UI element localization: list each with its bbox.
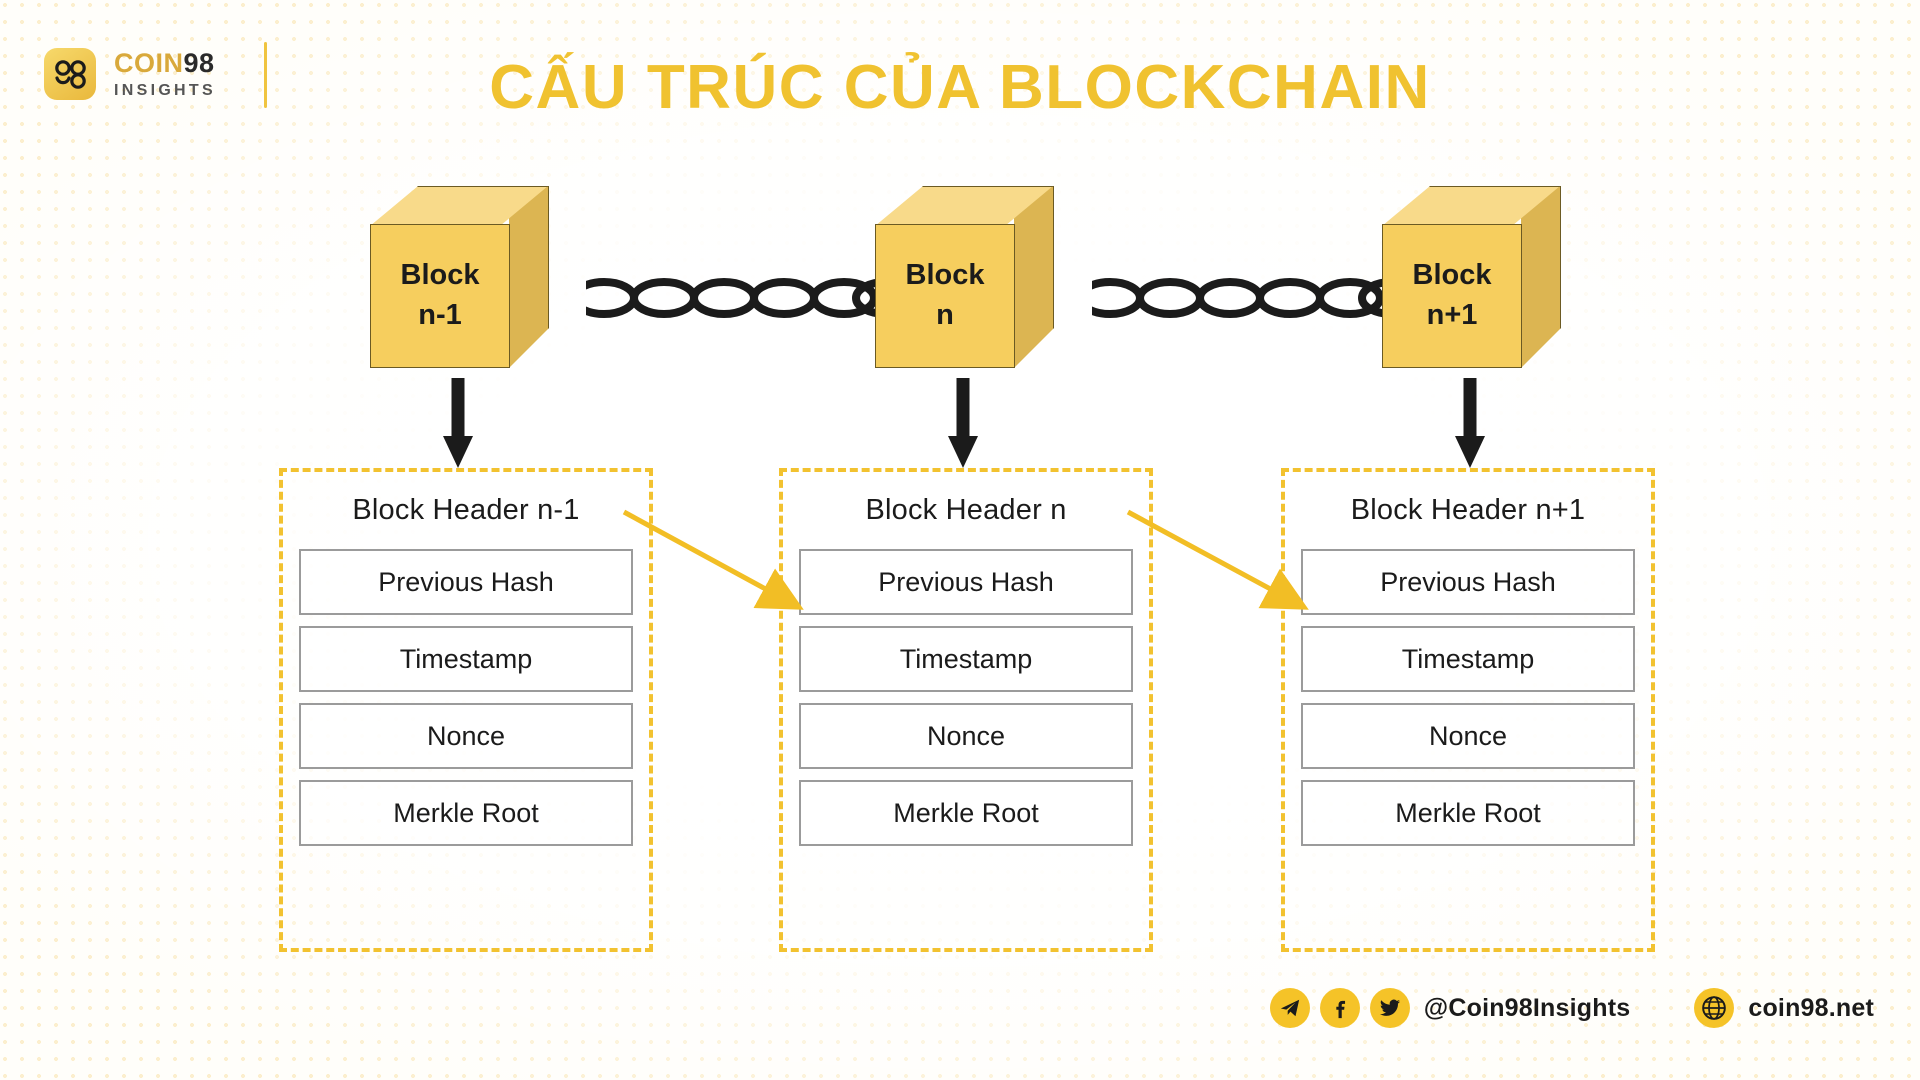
cube-front-face: Block n-1 [370, 224, 510, 368]
field-previous-hash[interactable]: Previous Hash [1301, 549, 1635, 615]
block-cube-n-1: Block n-1 [370, 186, 549, 368]
field-merkle-root[interactable]: Merkle Root [799, 780, 1133, 846]
block-cube-n: Block n [875, 186, 1054, 368]
block-cube-n1: Block n+1 [1382, 186, 1561, 368]
social-handle[interactable]: @Coin98Insights [1424, 994, 1631, 1023]
connector-arrow-n-to-n1 [1126, 509, 1309, 610]
field-previous-hash[interactable]: Previous Hash [799, 549, 1133, 615]
block-label-line1: Block [1412, 259, 1492, 292]
field-list: Previous Hash Timestamp Nonce Merkle Roo… [1285, 549, 1651, 864]
field-merkle-root[interactable]: Merkle Root [299, 780, 633, 846]
field-timestamp[interactable]: Timestamp [1301, 626, 1635, 692]
panel-title: Block Header n-1 [352, 494, 580, 526]
footer-bar: @Coin98Insights coin98.net [1269, 988, 1874, 1028]
field-timestamp[interactable]: Timestamp [799, 626, 1133, 692]
block-label-line2: n+1 [1426, 299, 1478, 331]
chain-links-left [586, 278, 886, 318]
field-list: Previous Hash Timestamp Nonce Merkle Roo… [283, 549, 649, 864]
down-arrow-n1 [1455, 378, 1485, 468]
down-arrow-n-1 [443, 378, 473, 468]
block-label-line1: Block [905, 259, 985, 292]
social-icons [1269, 988, 1410, 1028]
block-label-line1: Block [400, 259, 480, 292]
field-nonce[interactable]: Nonce [299, 703, 633, 769]
down-arrow-n [948, 378, 978, 468]
globe-icon[interactable] [1694, 988, 1735, 1028]
chain-links-right [1092, 278, 1392, 318]
panel-title: Block Header n [865, 494, 1067, 526]
field-merkle-root[interactable]: Merkle Root [1301, 780, 1635, 846]
field-timestamp[interactable]: Timestamp [299, 626, 633, 692]
website-url[interactable]: coin98.net [1748, 994, 1874, 1023]
field-previous-hash[interactable]: Previous Hash [299, 549, 633, 615]
infographic-canvas: COIN98 INSIGHTS CẤU TRÚC CỦA BLOCKCHAIN … [0, 0, 1920, 1080]
twitter-icon[interactable] [1369, 988, 1410, 1028]
field-nonce[interactable]: Nonce [1301, 703, 1635, 769]
block-label-line2: n [936, 299, 954, 331]
block-header-panel-n1: Block Header n+1 Previous Hash Timestamp… [1281, 468, 1655, 952]
cube-front-face: Block n+1 [1382, 224, 1522, 368]
field-list: Previous Hash Timestamp Nonce Merkle Roo… [783, 549, 1149, 864]
page-title: CẤU TRÚC CỦA BLOCKCHAIN [489, 53, 1431, 122]
cube-front-face: Block n [875, 224, 1015, 368]
panel-title: Block Header n+1 [1350, 494, 1586, 526]
telegram-icon[interactable] [1269, 988, 1310, 1028]
field-nonce[interactable]: Nonce [799, 703, 1133, 769]
facebook-icon[interactable] [1319, 988, 1360, 1028]
block-header-panel-n-1: Block Header n-1 Previous Hash Timestamp… [279, 468, 653, 952]
block-header-panel-n: Block Header n Previous Hash Timestamp N… [779, 468, 1153, 952]
block-label-line2: n-1 [418, 299, 462, 331]
